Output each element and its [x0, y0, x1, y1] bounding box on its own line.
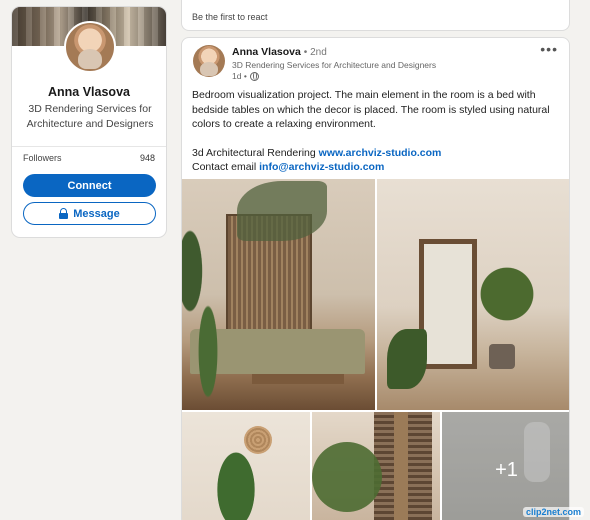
message-button[interactable]: Message	[23, 202, 156, 225]
post-image-4[interactable]	[312, 412, 440, 520]
connection-degree: • 2nd	[303, 47, 327, 58]
post-time: 1d •	[232, 71, 247, 81]
post-image-5[interactable]: +1	[442, 412, 569, 520]
bench-shape	[252, 374, 344, 384]
post-website-line: 3d Architectural Rendering www.archviz-s…	[192, 146, 562, 161]
profile-name[interactable]: Anna Vlasova	[12, 85, 166, 99]
feed-post: Anna Vlasova • 2nd 3D Rendering Services…	[181, 37, 570, 520]
email-label: Contact email	[192, 161, 260, 173]
followers-count: 948	[139, 153, 155, 163]
post-description: Bedroom visualization project. The main …	[192, 89, 550, 130]
more-options-icon[interactable]: •••	[540, 42, 558, 56]
more-images-count: +1	[495, 458, 518, 481]
react-prompt: Be the first to react	[192, 12, 268, 22]
email-link[interactable]: info@archviz-studio.com	[259, 161, 384, 173]
post-image-1[interactable]	[182, 179, 375, 410]
previous-post-footer: Be the first to react	[181, 0, 570, 31]
pole-shape	[394, 412, 408, 520]
plant-shape	[472, 239, 542, 349]
post-timestamp: 1d •	[232, 71, 259, 81]
monstera-shape	[312, 442, 382, 512]
author-headline: 3D Rendering Services for Architecture a…	[232, 60, 437, 70]
globe-icon	[249, 71, 259, 81]
website-link[interactable]: www.archviz-studio.com	[319, 147, 442, 159]
post-text: Bedroom visualization project. The main …	[192, 88, 562, 175]
post-image-2[interactable]	[377, 179, 569, 410]
connect-button[interactable]: Connect	[23, 174, 156, 197]
post-image-3[interactable]	[182, 412, 310, 520]
post-email-line: Contact email info@archviz-studio.com	[192, 160, 562, 175]
profile-avatar[interactable]	[64, 21, 116, 73]
website-label: 3d Architectural Rendering	[192, 146, 319, 159]
more-images-overlay[interactable]: +1	[442, 412, 569, 520]
mirror-shape	[419, 239, 477, 369]
leaf-shape	[387, 329, 427, 389]
author-name[interactable]: Anna Vlasova	[232, 46, 301, 58]
plant-shape	[182, 179, 232, 409]
lock-icon	[59, 208, 69, 219]
divider	[12, 146, 166, 147]
message-button-label: Message	[73, 207, 120, 220]
connect-button-label: Connect	[67, 179, 112, 192]
profile-headline: 3D Rendering Services for Architecture a…	[26, 103, 154, 130]
watermark-logo: clip2net.com	[522, 507, 584, 517]
author-line: Anna Vlasova • 2nd	[232, 46, 327, 58]
profile-card: Anna Vlasova 3D Rendering Services for A…	[11, 6, 167, 238]
pot-shape	[489, 344, 515, 369]
author-avatar[interactable]	[193, 45, 225, 77]
leaf-shape	[237, 181, 327, 241]
followers-label: Followers	[23, 153, 62, 163]
plant-shape	[207, 432, 265, 520]
